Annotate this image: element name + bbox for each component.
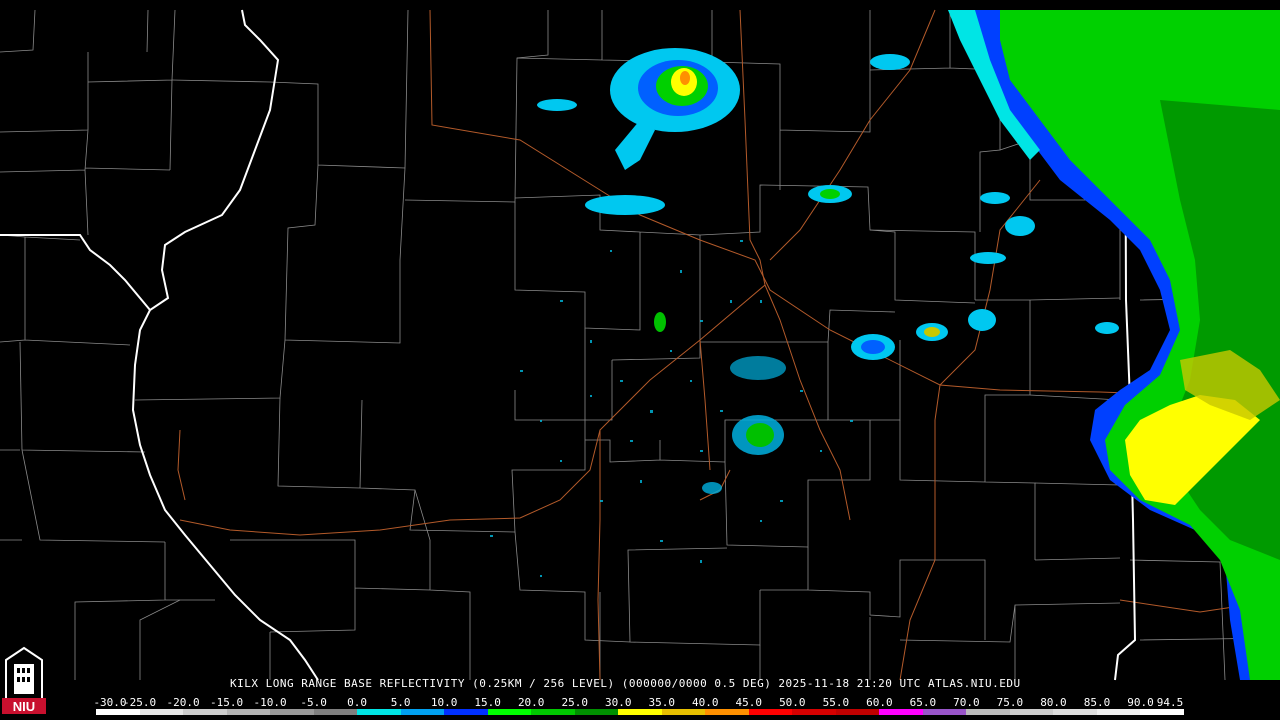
legend-swatch: [792, 709, 836, 715]
legend-label: 45.0: [735, 696, 763, 709]
legend-swatch: [835, 709, 880, 715]
legend-label: -25.0: [122, 696, 157, 709]
legend-colorbar: [96, 709, 1184, 715]
legend-swatch: [922, 709, 967, 715]
legend-swatch: [748, 709, 793, 715]
legend-label: 85.0: [1083, 696, 1111, 709]
legend-swatch: [400, 709, 445, 715]
niu-logo: NIU: [2, 646, 46, 714]
legend-label: 55.0: [822, 696, 850, 709]
legend-swatch: [313, 709, 358, 715]
legend-label: 65.0: [909, 696, 937, 709]
legend-label: 60.0: [866, 696, 893, 709]
legend-label: 80.0: [1040, 696, 1067, 709]
logo-text: NIU: [13, 699, 35, 714]
legend-swatch: [270, 709, 314, 715]
legend-swatch: [183, 709, 227, 715]
legend-swatch: [357, 709, 401, 715]
legend-swatch: [966, 709, 1010, 715]
legend-swatch: [879, 709, 923, 715]
legend-swatch: [1053, 709, 1097, 715]
legend-label: -15.0: [209, 696, 244, 709]
legend-label: 30.0: [604, 696, 632, 709]
legend-swatch: [1009, 709, 1054, 715]
legend-label: 90.0: [1127, 696, 1154, 709]
radar-map: [0, 0, 1280, 720]
legend-swatch: [226, 709, 271, 715]
legend-swatch: [618, 709, 662, 715]
product-title: KILX LONG RANGE BASE REFLECTIVITY (0.25K…: [230, 677, 1021, 690]
legend-swatch: [531, 709, 575, 715]
legend-label: -5.0: [300, 696, 327, 709]
legend-label: 94.5: [1156, 696, 1184, 709]
legend-label: 5.0: [390, 696, 411, 709]
legend-label: 15.0: [474, 696, 501, 709]
legend-label: 70.0: [953, 696, 980, 709]
legend-label: 20.0: [517, 696, 545, 709]
legend-labels: -30.0 -25.0 -20.0 -15.0 -10.0 -5.0 0.0 5.0 10.0 1…: [93, 696, 1194, 710]
legend-label: 40.0: [692, 696, 719, 709]
legend-swatch: [1096, 709, 1141, 715]
legend-label: 25.0: [561, 696, 588, 709]
legend-label: 10.0: [430, 696, 458, 709]
legend-swatch: [574, 709, 619, 715]
legend-label: -30.0: [93, 696, 127, 709]
legend-swatch: [487, 709, 532, 715]
legend-label: 75.0: [996, 696, 1024, 709]
legend-label: 50.0: [779, 696, 806, 709]
legend-label: 0.0: [347, 696, 368, 709]
legend-label: -10.0: [253, 696, 287, 709]
legend-swatch: [444, 709, 488, 715]
legend-label: -20.0: [166, 696, 200, 709]
legend-swatch: [1140, 709, 1184, 715]
legend-swatch: [139, 709, 184, 715]
legend-swatch: [705, 709, 749, 715]
legend-swatch: [661, 709, 706, 715]
legend-label: 35.0: [648, 696, 676, 709]
legend-swatch: [96, 709, 140, 715]
